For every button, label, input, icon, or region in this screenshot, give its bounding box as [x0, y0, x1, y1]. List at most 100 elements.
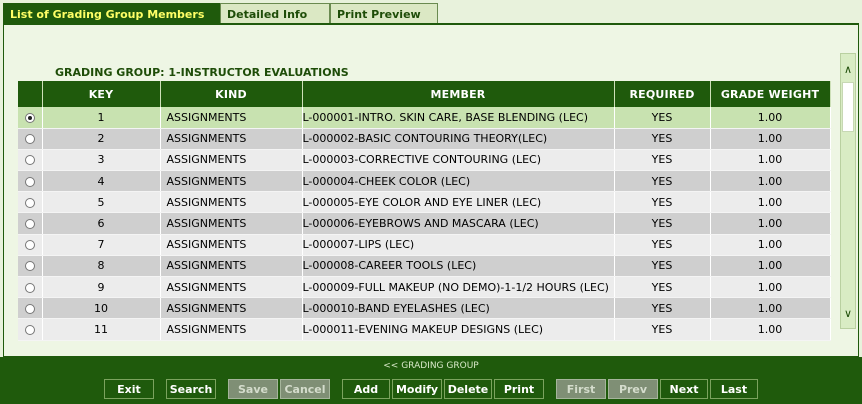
member-cell: L-000004-CHEEK COLOR (LEC)	[302, 170, 615, 193]
grade-weight-cell: 1.00	[710, 170, 831, 193]
key-cell: 4	[42, 170, 161, 193]
col-header-kind[interactable]: KIND	[160, 81, 303, 107]
vertical-scrollbar[interactable]: ∧ ∨	[840, 53, 856, 329]
kind-cell: ASSIGNMENTS	[160, 212, 303, 235]
row-select-cell[interactable]	[18, 170, 43, 193]
row-select-cell[interactable]	[18, 255, 43, 278]
row-select-cell[interactable]	[18, 128, 43, 150]
last-button[interactable]: Last	[710, 379, 758, 399]
required-cell: YES	[614, 318, 711, 341]
tab-list-of-grading-group-members[interactable]: List of Grading Group Members	[3, 3, 220, 24]
scroll-thumb[interactable]	[842, 82, 854, 132]
kind-cell: ASSIGNMENTS	[160, 276, 303, 299]
row-select-radio[interactable]	[24, 324, 35, 335]
row-select-cell[interactable]	[18, 149, 43, 172]
row-select-cell[interactable]	[18, 318, 43, 341]
col-header-required[interactable]: REQUIRED	[614, 81, 711, 107]
key-cell: 11	[42, 318, 161, 341]
next-button[interactable]: Next	[660, 379, 708, 399]
kind-cell: ASSIGNMENTS	[160, 107, 303, 129]
row-select-cell[interactable]	[18, 212, 43, 235]
save-button[interactable]: Save	[228, 379, 278, 399]
search-button[interactable]: Search	[166, 379, 216, 399]
row-select-radio[interactable]	[24, 176, 35, 187]
kind-cell: ASSIGNMENTS	[160, 297, 303, 320]
kind-cell: ASSIGNMENTS	[160, 255, 303, 278]
members-table: KEY KIND MEMBER REQUIRED GRADE WEIGHT 1A…	[18, 81, 831, 341]
row-select-cell[interactable]	[18, 234, 43, 256]
required-cell: YES	[614, 255, 711, 278]
member-cell: L-000001-INTRO. SKIN CARE, BASE BLENDING…	[302, 107, 615, 129]
chevron-up-icon[interactable]: ∧	[841, 62, 855, 78]
kind-cell: ASSIGNMENTS	[160, 318, 303, 341]
required-cell: YES	[614, 212, 711, 235]
tab-detailed-info[interactable]: Detailed Info	[220, 3, 330, 24]
table-row[interactable]: 3 ASSIGNMENTS L-000003-CORRECTIVE CONTOURI…	[18, 149, 831, 172]
member-cell: L-000008-CAREER TOOLS (LEC)	[302, 255, 615, 278]
table-row[interactable]: 8 ASSIGNMENTS L-000008-CAREER TOOLS (LEC) Y…	[18, 255, 831, 278]
grade-weight-cell: 1.00	[710, 234, 831, 256]
table-row[interactable]: 9 ASSIGNMENTS L-000009-FULL MAKEUP (NO DEM…	[18, 276, 831, 299]
table-row[interactable]: 4 ASSIGNMENTS L-000004-CHEEK COLOR (LEC) YE…	[18, 170, 831, 193]
first-button[interactable]: First	[556, 379, 606, 399]
required-cell: YES	[614, 191, 711, 214]
delete-button[interactable]: Delete	[444, 379, 492, 399]
table-row[interactable]: 10 ASSIGNMENTS L-000010-BAND EYELASHES (LE…	[18, 297, 831, 320]
row-select-cell[interactable]	[18, 107, 43, 129]
required-cell: YES	[614, 170, 711, 193]
member-cell: L-000002-BASIC CONTOURING THEORY(LEC)	[302, 128, 615, 150]
row-select-radio[interactable]	[24, 112, 35, 123]
row-select-radio[interactable]	[24, 197, 35, 208]
member-cell: L-000007-LIPS (LEC)	[302, 234, 615, 256]
row-select-radio[interactable]	[24, 134, 35, 145]
col-header-key[interactable]: KEY	[42, 81, 161, 107]
row-select-radio[interactable]	[24, 240, 35, 251]
key-cell: 8	[42, 255, 161, 278]
table-row[interactable]: 1 ASSIGNMENTS L-000001-INTRO. SKIN CARE, B…	[18, 107, 831, 129]
grade-weight-cell: 1.00	[710, 318, 831, 341]
exit-button[interactable]: Exit	[104, 379, 154, 399]
required-cell: YES	[614, 234, 711, 256]
row-select-cell[interactable]	[18, 297, 43, 320]
row-select-radio[interactable]	[24, 261, 35, 272]
add-button[interactable]: Add	[342, 379, 390, 399]
kind-cell: ASSIGNMENTS	[160, 191, 303, 214]
table-row[interactable]: 6 ASSIGNMENTS L-000006-EYEBROWS AND MASCAR…	[18, 212, 831, 235]
required-cell: YES	[614, 128, 711, 150]
member-cell: L-000006-EYEBROWS AND MASCARA (LEC)	[302, 212, 615, 235]
row-select-radio[interactable]	[24, 303, 35, 314]
kind-cell: ASSIGNMENTS	[160, 128, 303, 150]
grade-weight-cell: 1.00	[710, 128, 831, 150]
row-select-radio[interactable]	[24, 155, 35, 166]
chevron-down-icon[interactable]: ∨	[841, 306, 855, 322]
table-row[interactable]: 2 ASSIGNMENTS L-000002-BASIC CONTOURING TH…	[18, 128, 831, 150]
grade-weight-cell: 1.00	[710, 212, 831, 235]
table-row[interactable]: 11 ASSIGNMENTS L-000011-EVENING MAKEUP DES…	[18, 318, 831, 341]
modify-button[interactable]: Modify	[392, 379, 442, 399]
grading-group-title: GRADING GROUP: 1-INSTRUCTOR EVALUATIONS	[55, 66, 349, 79]
member-cell: L-000011-EVENING MAKEUP DESIGNS (LEC)	[302, 318, 615, 341]
row-select-radio[interactable]	[24, 219, 35, 230]
row-select-cell[interactable]	[18, 191, 43, 214]
grade-weight-cell: 1.00	[710, 191, 831, 214]
cancel-button[interactable]: Cancel	[280, 379, 330, 399]
col-header-member[interactable]: MEMBER	[302, 81, 615, 107]
row-select-radio[interactable]	[24, 282, 35, 293]
grade-weight-cell: 1.00	[710, 255, 831, 278]
row-select-cell[interactable]	[18, 276, 43, 299]
tab-print-preview[interactable]: Print Preview	[330, 3, 438, 24]
key-cell: 7	[42, 234, 161, 256]
grading-group-nav-link[interactable]: << GRADING GROUP	[0, 357, 862, 375]
table-row[interactable]: 5 ASSIGNMENTS L-000005-EYE COLOR AND EYE L…	[18, 191, 831, 214]
toolbar: Exit Search Save Cancel Add Modify Delet…	[0, 375, 862, 404]
required-cell: YES	[614, 149, 711, 172]
col-header-grade-weight[interactable]: GRADE WEIGHT	[710, 81, 831, 107]
member-cell: L-000005-EYE COLOR AND EYE LINER (LEC)	[302, 191, 615, 214]
print-button[interactable]: Print	[494, 379, 544, 399]
table-row[interactable]: 7 ASSIGNMENTS L-000007-LIPS (LEC) YES 1.00	[18, 234, 831, 256]
required-cell: YES	[614, 276, 711, 299]
key-cell: 2	[42, 128, 161, 150]
prev-button[interactable]: Prev	[608, 379, 658, 399]
key-cell: 1	[42, 107, 161, 129]
key-cell: 10	[42, 297, 161, 320]
